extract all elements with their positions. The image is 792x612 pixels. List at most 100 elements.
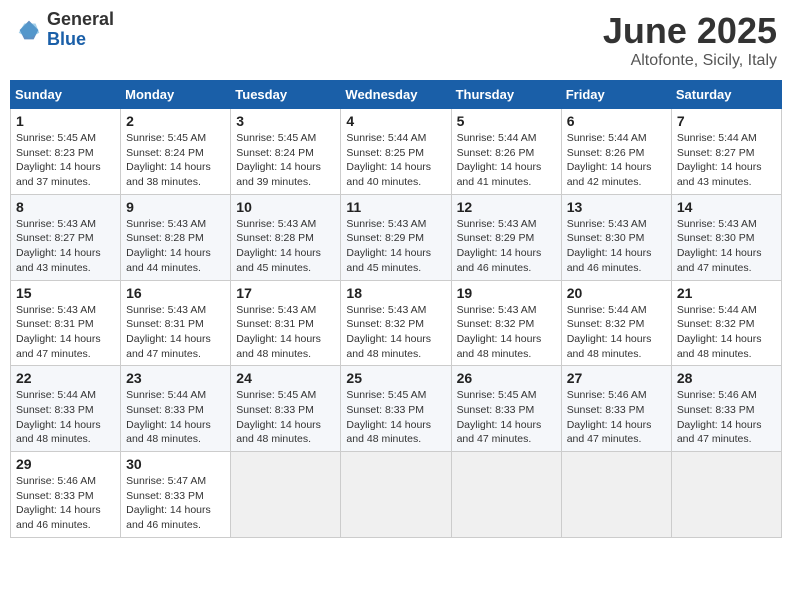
table-row: 19 Sunrise: 5:43 AMSunset: 8:32 PMDayligh… [451,280,561,366]
day-number: 3 [236,113,335,129]
day-number: 16 [126,285,225,301]
day-info: Sunrise: 5:44 AMSunset: 8:26 PMDaylight:… [457,132,542,188]
day-info: Sunrise: 5:44 AMSunset: 8:32 PMDaylight:… [677,304,762,360]
day-number: 22 [16,370,115,386]
table-row [341,452,451,538]
day-info: Sunrise: 5:45 AMSunset: 8:24 PMDaylight:… [126,132,211,188]
table-row [671,452,781,538]
day-number: 13 [567,199,666,215]
col-sunday: Sunday [11,81,121,109]
table-row: 9Sunrise: 5:43 AMSunset: 8:28 PMDaylight… [121,194,231,280]
table-row: 18 Sunrise: 5:43 AMSunset: 8:32 PMDayligh… [341,280,451,366]
table-row: 14 Sunrise: 5:43 AMSunset: 8:30 PMDayligh… [671,194,781,280]
table-row: 8Sunrise: 5:43 AMSunset: 8:27 PMDaylight… [11,194,121,280]
logo-text: General Blue [47,10,114,50]
table-row: 21 Sunrise: 5:44 AMSunset: 8:32 PMDayligh… [671,280,781,366]
table-row: 22Sunrise: 5:44 AMSunset: 8:33 PMDayligh… [11,366,121,452]
table-row [231,452,341,538]
day-info: Sunrise: 5:44 AMSunset: 8:33 PMDaylight:… [126,389,211,445]
day-number: 5 [457,113,556,129]
table-row: 28 Sunrise: 5:46 AMSunset: 8:33 PMDayligh… [671,366,781,452]
day-number: 26 [457,370,556,386]
table-row: 13 Sunrise: 5:43 AMSunset: 8:30 PMDayligh… [561,194,671,280]
day-number: 20 [567,285,666,301]
day-number: 10 [236,199,335,215]
day-info: Sunrise: 5:43 AMSunset: 8:31 PMDaylight:… [236,304,321,360]
table-row: 29Sunrise: 5:46 AMSunset: 8:33 PMDayligh… [11,452,121,538]
day-number: 1 [16,113,115,129]
table-row: 17Sunrise: 5:43 AMSunset: 8:31 PMDayligh… [231,280,341,366]
table-row: 5 Sunrise: 5:44 AMSunset: 8:26 PMDaylight… [451,109,561,195]
day-info: Sunrise: 5:44 AMSunset: 8:25 PMDaylight:… [346,132,431,188]
table-row [561,452,671,538]
calendar-week-1: 1 Sunrise: 5:45 AMSunset: 8:23 PMDaylight… [11,109,782,195]
day-info: Sunrise: 5:43 AMSunset: 8:29 PMDaylight:… [457,218,542,274]
calendar-week-2: 8Sunrise: 5:43 AMSunset: 8:27 PMDaylight… [11,194,782,280]
table-row: 27 Sunrise: 5:46 AMSunset: 8:33 PMDayligh… [561,366,671,452]
day-number: 30 [126,456,225,472]
col-monday: Monday [121,81,231,109]
logo-blue: Blue [47,30,114,50]
day-number: 4 [346,113,445,129]
table-row: 10Sunrise: 5:43 AMSunset: 8:28 PMDayligh… [231,194,341,280]
day-number: 15 [16,285,115,301]
day-info: Sunrise: 5:45 AMSunset: 8:33 PMDaylight:… [346,389,431,445]
day-number: 23 [126,370,225,386]
calendar-week-3: 15 Sunrise: 5:43 AMSunset: 8:31 PMDayligh… [11,280,782,366]
calendar-location: Altofonte, Sicily, Italy [603,52,777,70]
day-info: Sunrise: 5:43 AMSunset: 8:30 PMDaylight:… [567,218,652,274]
day-number: 28 [677,370,776,386]
col-wednesday: Wednesday [341,81,451,109]
calendar-title: June 2025 [603,10,777,52]
day-number: 27 [567,370,666,386]
day-info: Sunrise: 5:43 AMSunset: 8:32 PMDaylight:… [457,304,542,360]
table-row: 11 Sunrise: 5:43 AMSunset: 8:29 PMDayligh… [341,194,451,280]
table-row [451,452,561,538]
table-row: 4 Sunrise: 5:44 AMSunset: 8:25 PMDaylight… [341,109,451,195]
day-number: 25 [346,370,445,386]
table-row: 3 Sunrise: 5:45 AMSunset: 8:24 PMDaylight… [231,109,341,195]
logo-general: General [47,10,114,30]
day-number: 12 [457,199,556,215]
day-info: Sunrise: 5:44 AMSunset: 8:27 PMDaylight:… [677,132,762,188]
day-number: 11 [346,199,445,215]
table-row: 20 Sunrise: 5:44 AMSunset: 8:32 PMDayligh… [561,280,671,366]
day-number: 21 [677,285,776,301]
table-row: 24Sunrise: 5:45 AMSunset: 8:33 PMDayligh… [231,366,341,452]
table-row: 15Sunrise: 5:43 AMSunset: 8:31 PMDayligh… [11,280,121,366]
day-info: Sunrise: 5:43 AMSunset: 8:31 PMDaylight:… [126,304,211,360]
day-info: Sunrise: 5:43 AMSunset: 8:27 PMDaylight:… [16,218,101,274]
table-row: 30Sunrise: 5:47 AMSunset: 8:33 PMDayligh… [121,452,231,538]
day-info: Sunrise: 5:43 AMSunset: 8:29 PMDaylight:… [346,218,431,274]
logo: General Blue [15,10,114,50]
day-number: 7 [677,113,776,129]
day-info: Sunrise: 5:45 AMSunset: 8:33 PMDaylight:… [236,389,321,445]
day-number: 6 [567,113,666,129]
day-number: 19 [457,285,556,301]
table-row: 12 Sunrise: 5:43 AMSunset: 8:29 PMDayligh… [451,194,561,280]
day-info: Sunrise: 5:44 AMSunset: 8:32 PMDaylight:… [567,304,652,360]
day-info: Sunrise: 5:45 AMSunset: 8:33 PMDaylight:… [457,389,542,445]
page-header: General Blue June 2025 Altofonte, Sicily… [10,10,782,70]
table-row: 23 Sunrise: 5:44 AMSunset: 8:33 PMDayligh… [121,366,231,452]
table-row: 2 Sunrise: 5:45 AMSunset: 8:24 PMDaylight… [121,109,231,195]
table-row: 6Sunrise: 5:44 AMSunset: 8:26 PMDaylight… [561,109,671,195]
day-number: 29 [16,456,115,472]
day-number: 2 [126,113,225,129]
day-info: Sunrise: 5:46 AMSunset: 8:33 PMDaylight:… [677,389,762,445]
day-info: Sunrise: 5:43 AMSunset: 8:32 PMDaylight:… [346,304,431,360]
day-info: Sunrise: 5:46 AMSunset: 8:33 PMDaylight:… [567,389,652,445]
day-number: 18 [346,285,445,301]
title-block: June 2025 Altofonte, Sicily, Italy [603,10,777,70]
col-tuesday: Tuesday [231,81,341,109]
table-row: 1 Sunrise: 5:45 AMSunset: 8:23 PMDaylight… [11,109,121,195]
logo-icon [15,16,43,44]
day-info: Sunrise: 5:43 AMSunset: 8:30 PMDaylight:… [677,218,762,274]
day-info: Sunrise: 5:45 AMSunset: 8:24 PMDaylight:… [236,132,321,188]
day-number: 14 [677,199,776,215]
calendar-week-5: 29Sunrise: 5:46 AMSunset: 8:33 PMDayligh… [11,452,782,538]
table-row: 25 Sunrise: 5:45 AMSunset: 8:33 PMDayligh… [341,366,451,452]
table-row: 26 Sunrise: 5:45 AMSunset: 8:33 PMDayligh… [451,366,561,452]
day-info: Sunrise: 5:45 AMSunset: 8:23 PMDaylight:… [16,132,101,188]
table-row: 16 Sunrise: 5:43 AMSunset: 8:31 PMDayligh… [121,280,231,366]
